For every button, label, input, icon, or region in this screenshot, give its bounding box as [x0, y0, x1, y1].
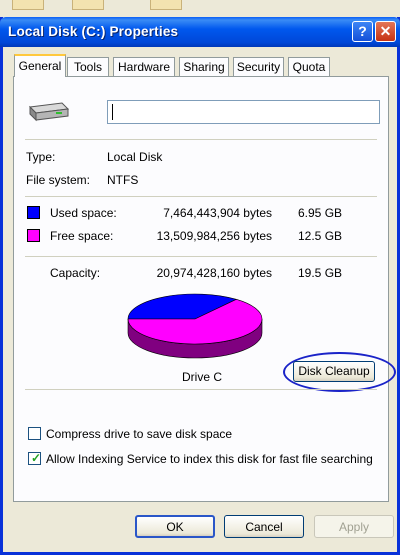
- separator: [25, 196, 377, 197]
- compress-label[interactable]: Compress drive to save disk space: [46, 427, 232, 441]
- close-button[interactable]: ✕: [375, 21, 396, 42]
- apply-button[interactable]: Apply: [314, 515, 394, 538]
- drive-label: Drive C: [182, 370, 223, 384]
- hard-drive-icon: [28, 102, 70, 122]
- window-title: Local Disk (C:) Properties: [8, 24, 179, 39]
- separator: [25, 389, 377, 390]
- used-space-label: Used space:: [50, 206, 117, 220]
- desktop-item: [12, 0, 44, 10]
- disk-cleanup-button[interactable]: Disk Cleanup: [293, 361, 375, 382]
- type-value: Local Disk: [107, 150, 163, 164]
- checkmark-icon: ✓: [31, 451, 42, 465]
- file-system-label: File system:: [26, 173, 91, 187]
- text-cursor: [112, 104, 113, 120]
- free-space-label: Free space:: [50, 229, 114, 243]
- capacity-bytes: 20,974,428,160 bytes: [156, 266, 272, 280]
- tab-hardware[interactable]: Hardware: [113, 57, 175, 76]
- tab-general[interactable]: General: [14, 54, 66, 77]
- separator: [25, 256, 377, 257]
- used-space-bytes: 7,464,443,904 bytes: [163, 206, 272, 220]
- ok-button[interactable]: OK: [135, 515, 215, 538]
- used-space-gb: 6.95 GB: [298, 206, 343, 220]
- tab-tools[interactable]: Tools: [67, 57, 109, 76]
- desktop-item: [150, 0, 182, 10]
- tab-sharing[interactable]: Sharing: [179, 57, 229, 76]
- file-system-value: NTFS: [107, 173, 139, 187]
- capacity-label: Capacity:: [50, 266, 101, 280]
- separator: [25, 139, 377, 140]
- close-icon: ✕: [379, 23, 392, 39]
- free-space-swatch: [27, 229, 40, 242]
- tab-quota[interactable]: Quota: [288, 57, 330, 76]
- compress-checkbox[interactable]: [28, 427, 41, 440]
- used-space-swatch: [27, 206, 40, 219]
- help-button[interactable]: ?: [352, 21, 373, 42]
- desktop-item: [72, 0, 104, 10]
- disk-usage-pie-chart: [127, 293, 263, 359]
- desktop-background: [0, 0, 400, 17]
- volume-label-input[interactable]: [107, 100, 380, 124]
- free-space-bytes: 13,509,984,256 bytes: [156, 229, 272, 243]
- indexing-label[interactable]: Allow Indexing Service to index this dis…: [46, 452, 373, 466]
- tab-security[interactable]: Security: [233, 57, 284, 76]
- free-space-gb: 12.5 GB: [298, 229, 343, 243]
- type-label: Type:: [26, 150, 56, 164]
- capacity-gb: 19.5 GB: [298, 266, 343, 280]
- cancel-button[interactable]: Cancel: [224, 515, 304, 538]
